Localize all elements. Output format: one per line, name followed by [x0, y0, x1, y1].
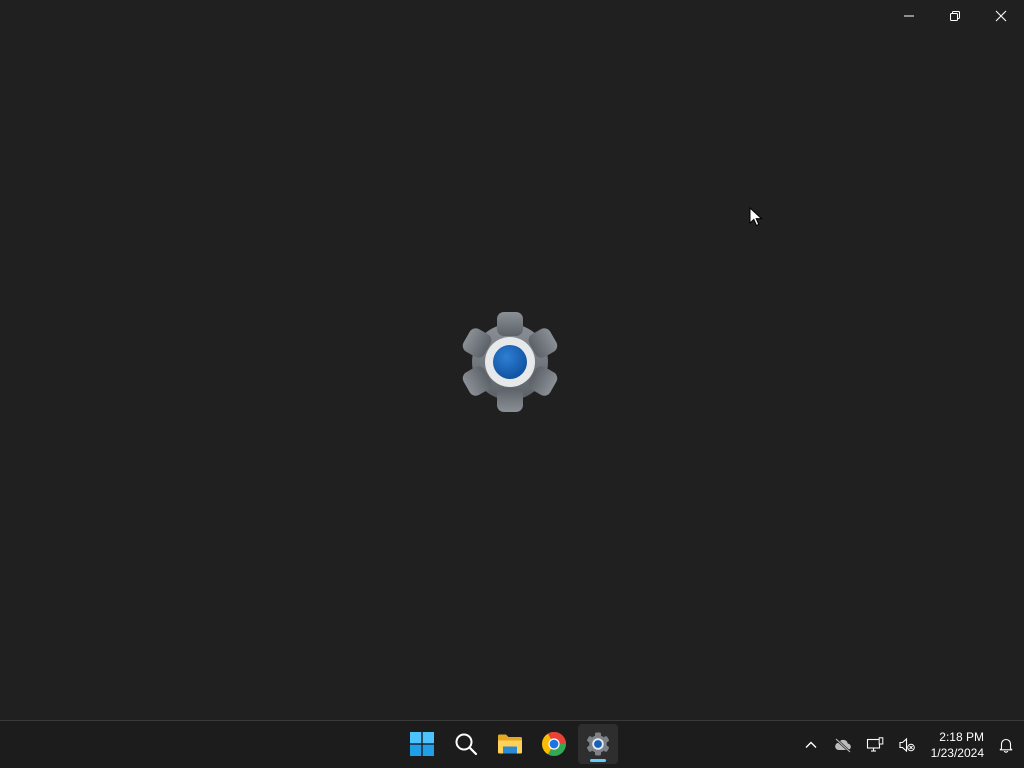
- window-caption-buttons: [886, 0, 1024, 32]
- chevron-up-icon: [805, 741, 817, 748]
- minimize-icon: [904, 15, 914, 17]
- windows-logo-icon: [410, 732, 434, 756]
- close-icon: [995, 10, 1007, 22]
- settings-button[interactable]: [578, 724, 618, 764]
- minimize-button[interactable]: [886, 0, 932, 32]
- show-hidden-icons-button[interactable]: [795, 725, 827, 765]
- chrome-icon: [542, 732, 566, 756]
- mouse-cursor-icon: [749, 207, 763, 227]
- restore-icon: [950, 11, 960, 21]
- clock[interactable]: 2:18 PM 1/23/2024: [923, 725, 988, 765]
- start-button[interactable]: [402, 724, 442, 764]
- system-tray: 2:18 PM 1/23/2024: [795, 721, 1024, 768]
- settings-app-window: [0, 0, 1024, 720]
- folder-icon: [498, 734, 522, 754]
- notification-center-button[interactable]: [988, 725, 1024, 765]
- restore-button[interactable]: [932, 0, 978, 32]
- chrome-button[interactable]: [534, 724, 574, 764]
- taskbar-pinned-apps: [402, 724, 618, 764]
- onedrive-button[interactable]: [827, 725, 859, 765]
- active-app-indicator: [590, 759, 606, 762]
- clock-date: 1/23/2024: [930, 745, 984, 760]
- settings-gear-icon: [587, 732, 609, 756]
- clock-time: 2:18 PM: [939, 729, 984, 744]
- speaker-muted-icon: [899, 737, 915, 752]
- volume-button[interactable]: [891, 725, 923, 765]
- taskbar: 2:18 PM 1/23/2024: [0, 720, 1024, 768]
- bell-icon: [999, 738, 1013, 753]
- search-button[interactable]: [446, 724, 486, 764]
- network-button[interactable]: [859, 725, 891, 765]
- network-icon: [866, 736, 883, 752]
- close-button[interactable]: [978, 0, 1024, 32]
- settings-gear-icon: [458, 310, 562, 414]
- file-explorer-button[interactable]: [490, 724, 530, 764]
- cloud-offline-icon: [834, 737, 851, 753]
- search-icon: [455, 733, 478, 756]
